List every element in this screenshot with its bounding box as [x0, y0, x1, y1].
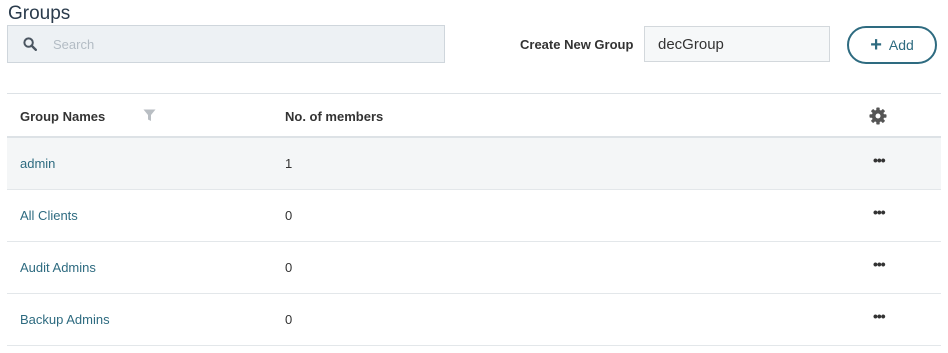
group-name-link[interactable]: All Clients — [20, 208, 78, 223]
more-actions-icon[interactable]: ••• — [873, 256, 886, 272]
group-name-link[interactable]: admin — [20, 156, 55, 171]
page-title: Groups — [8, 3, 71, 24]
table-row[interactable]: Audit Admins 0 ••• — [7, 242, 941, 294]
column-header-members[interactable]: No. of members — [285, 109, 383, 124]
plus-icon: + — [870, 34, 882, 56]
search-icon — [23, 36, 39, 52]
add-button[interactable]: + Add — [847, 26, 937, 64]
table-row[interactable]: All Clients 0 ••• — [7, 190, 941, 242]
group-name-link[interactable]: Backup Admins — [20, 312, 110, 327]
table-row[interactable]: admin 1 ••• — [7, 138, 941, 190]
table-header: Group Names No. of members — [7, 93, 941, 138]
column-header-group-names[interactable]: Group Names — [20, 109, 105, 124]
gear-icon[interactable] — [869, 107, 887, 130]
table-row[interactable]: Backup Admins 0 ••• — [7, 294, 941, 346]
group-name-input[interactable] — [644, 26, 830, 62]
more-actions-icon[interactable]: ••• — [873, 308, 886, 324]
add-button-label: Add — [888, 37, 914, 53]
more-actions-icon[interactable]: ••• — [873, 204, 886, 220]
search-box[interactable]: Search — [7, 25, 445, 63]
search-placeholder: Search — [53, 36, 95, 52]
groups-table: Group Names No. of members admin 1 ••• A… — [7, 93, 941, 346]
create-group-label: Create New Group — [520, 37, 634, 52]
group-name-link[interactable]: Audit Admins — [20, 260, 96, 275]
member-count: 0 — [285, 208, 293, 223]
more-actions-icon[interactable]: ••• — [873, 152, 886, 168]
member-count: 0 — [285, 312, 293, 327]
member-count: 0 — [285, 260, 293, 275]
member-count: 1 — [285, 156, 293, 171]
filter-icon[interactable] — [143, 109, 156, 127]
